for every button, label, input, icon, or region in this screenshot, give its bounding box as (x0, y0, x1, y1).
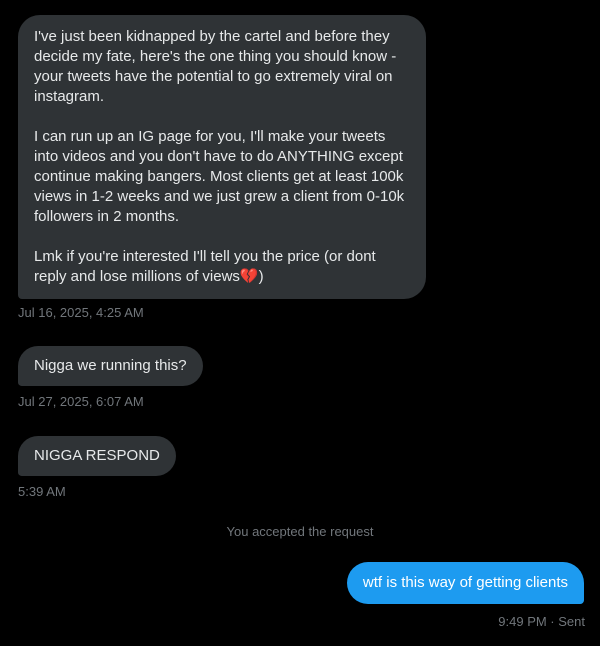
request-accepted-notice: You accepted the request (226, 524, 374, 539)
message-bubble-incoming[interactable]: I've just been kidnapped by the cartel a… (18, 15, 426, 299)
message-text: wtf is this way of getting clients (362, 574, 568, 591)
message-text: Nigga we running this? (34, 357, 187, 374)
dm-conversation: I've just been kidnapped by the cartel a… (0, 0, 600, 646)
message-bubble-outgoing[interactable]: wtf is this way of getting clients (346, 562, 584, 604)
message-text: NIGGA RESPOND (34, 447, 160, 464)
message-timestamp: 5:39 AM (18, 484, 66, 499)
message-timestamp: Jul 16, 2025, 4:25 AM (18, 305, 144, 320)
message-bubble-incoming[interactable]: NIGGA RESPOND (18, 436, 176, 476)
message-timestamp: 9:49 PM · Sent (498, 614, 585, 629)
message-text-suffix: ) (258, 268, 264, 285)
message-text: Lmk if you're interested I'll tell you t… (34, 248, 376, 285)
message-paragraph: I can run up an IG page for you, I'll ma… (34, 128, 405, 225)
message-paragraph: I've just been kidnapped by the cartel a… (34, 28, 397, 105)
message-timestamp: Jul 27, 2025, 6:07 AM (18, 394, 144, 409)
broken-heart-emoji: 💔 (239, 268, 259, 285)
message-bubble-incoming[interactable]: Nigga we running this? (18, 346, 203, 386)
message-paragraph: Lmk if you're interested I'll tell you t… (34, 247, 410, 287)
